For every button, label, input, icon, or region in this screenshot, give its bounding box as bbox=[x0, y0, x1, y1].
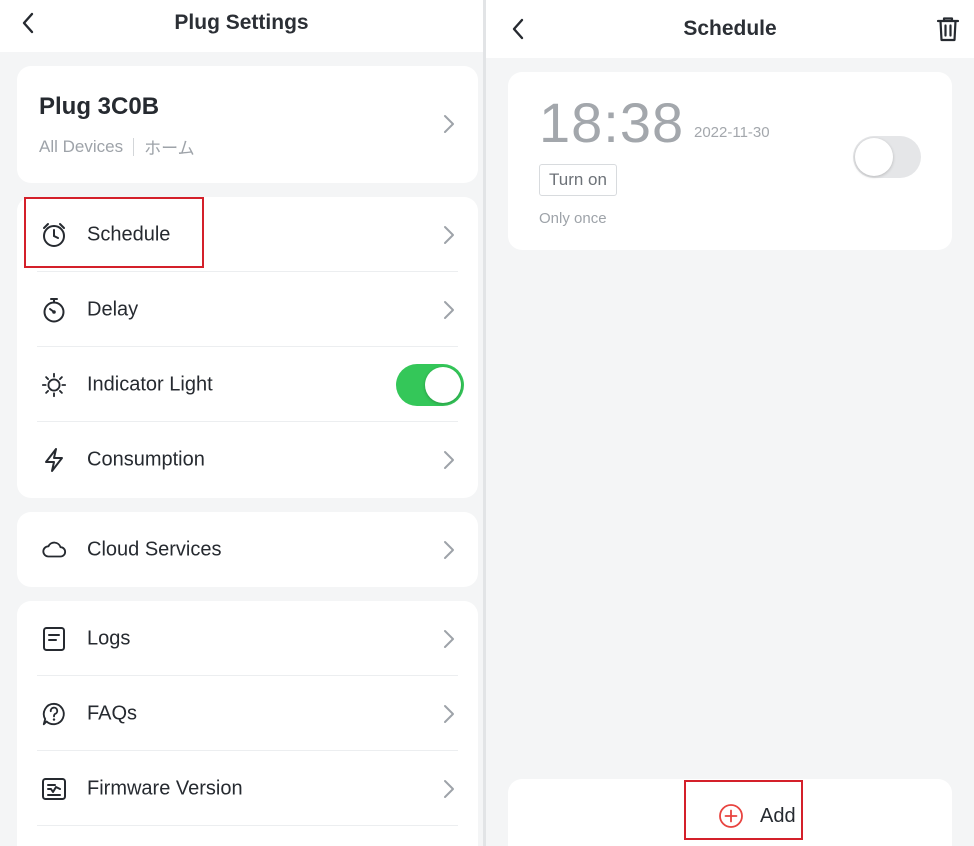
add-bar: Add bbox=[508, 779, 952, 846]
device-card[interactable]: Plug 3C0B All Devices ホーム bbox=[17, 66, 478, 183]
chevron-right-icon bbox=[442, 224, 456, 246]
schedule-navbar: Schedule bbox=[486, 0, 974, 58]
settings-row-consumption[interactable]: Consumption bbox=[17, 422, 478, 497]
toggle-knob bbox=[855, 138, 893, 176]
settings-row-label: Schedule bbox=[87, 223, 171, 245]
page-title: Schedule bbox=[683, 17, 777, 40]
settings-row-label: FAQs bbox=[87, 702, 138, 724]
chevron-right-icon bbox=[442, 628, 456, 650]
trash-icon bbox=[936, 17, 960, 42]
schedule-item[interactable]: 18:38 2022-11-30 Turn on Only once bbox=[508, 72, 952, 250]
settings-row-label: Logs bbox=[87, 627, 131, 649]
indicator-light-toggle[interactable] bbox=[396, 363, 464, 406]
settings-row-delay[interactable]: Delay bbox=[17, 272, 478, 347]
chevron-right-icon bbox=[442, 703, 456, 725]
lightning-bolt-icon bbox=[41, 447, 67, 473]
question-bubble-icon bbox=[41, 701, 67, 727]
controls-group: Schedule Delay Indicator Light Consumpti… bbox=[17, 197, 478, 498]
settings-row-label: Delay bbox=[87, 298, 139, 320]
schedule-action-badge: Turn on bbox=[539, 164, 617, 196]
services-group: Cloud Services bbox=[17, 512, 478, 587]
toggle-knob bbox=[425, 366, 461, 403]
settings-row-cloud-services[interactable]: Cloud Services bbox=[17, 512, 478, 587]
stopwatch-icon bbox=[41, 297, 67, 323]
schedule-screen: Schedule 18:38 2022-11-30 Turn on Only o… bbox=[486, 0, 974, 846]
chevron-right-icon bbox=[442, 299, 456, 321]
device-room: ホーム bbox=[144, 139, 195, 158]
chevron-right-icon bbox=[442, 449, 456, 471]
cloud-icon bbox=[41, 537, 67, 563]
add-schedule-button[interactable]: Add bbox=[718, 803, 796, 829]
settings-row-label: Cloud Services bbox=[87, 538, 222, 560]
firmware-icon bbox=[41, 776, 67, 802]
settings-row-firmware-version[interactable]: Firmware Version bbox=[17, 751, 478, 826]
settings-row-schedule[interactable]: Schedule bbox=[17, 197, 478, 272]
chevron-right-icon bbox=[442, 113, 456, 135]
schedule-time: 18:38 bbox=[539, 91, 685, 154]
settings-row-label: Consumption bbox=[87, 448, 205, 470]
document-icon bbox=[41, 626, 67, 652]
settings-row-label: Firmware Version bbox=[87, 777, 243, 799]
divider bbox=[37, 825, 458, 826]
settings-row-indicator-light: Indicator Light bbox=[17, 347, 478, 422]
settings-row-logs[interactable]: Logs bbox=[17, 601, 478, 676]
settings-row-faqs[interactable]: FAQs bbox=[17, 676, 478, 751]
device-name: Plug 3C0B bbox=[39, 93, 160, 120]
chevron-right-icon bbox=[442, 778, 456, 800]
add-label: Add bbox=[760, 804, 796, 827]
chevron-right-icon bbox=[442, 539, 456, 561]
plus-circle-icon bbox=[718, 803, 744, 829]
divider bbox=[133, 137, 135, 156]
page-title: Plug Settings bbox=[174, 11, 309, 34]
schedule-repeat: Only once bbox=[539, 210, 607, 227]
schedule-date: 2022-11-30 bbox=[694, 124, 770, 141]
device-location: All Devices ホーム bbox=[39, 134, 195, 159]
alarm-clock-icon bbox=[41, 222, 67, 248]
plug-settings-navbar: Plug Settings bbox=[0, 0, 483, 52]
plug-settings-screen: Plug Settings Plug 3C0B All Devices ホーム … bbox=[0, 0, 483, 846]
delete-button[interactable] bbox=[934, 14, 962, 44]
device-group: All Devices bbox=[39, 136, 124, 156]
support-group: Logs FAQs Firmware Version bbox=[17, 601, 478, 846]
settings-row-label: Indicator Light bbox=[87, 373, 213, 395]
schedule-enable-toggle[interactable] bbox=[853, 136, 921, 178]
sun-icon bbox=[41, 372, 67, 398]
